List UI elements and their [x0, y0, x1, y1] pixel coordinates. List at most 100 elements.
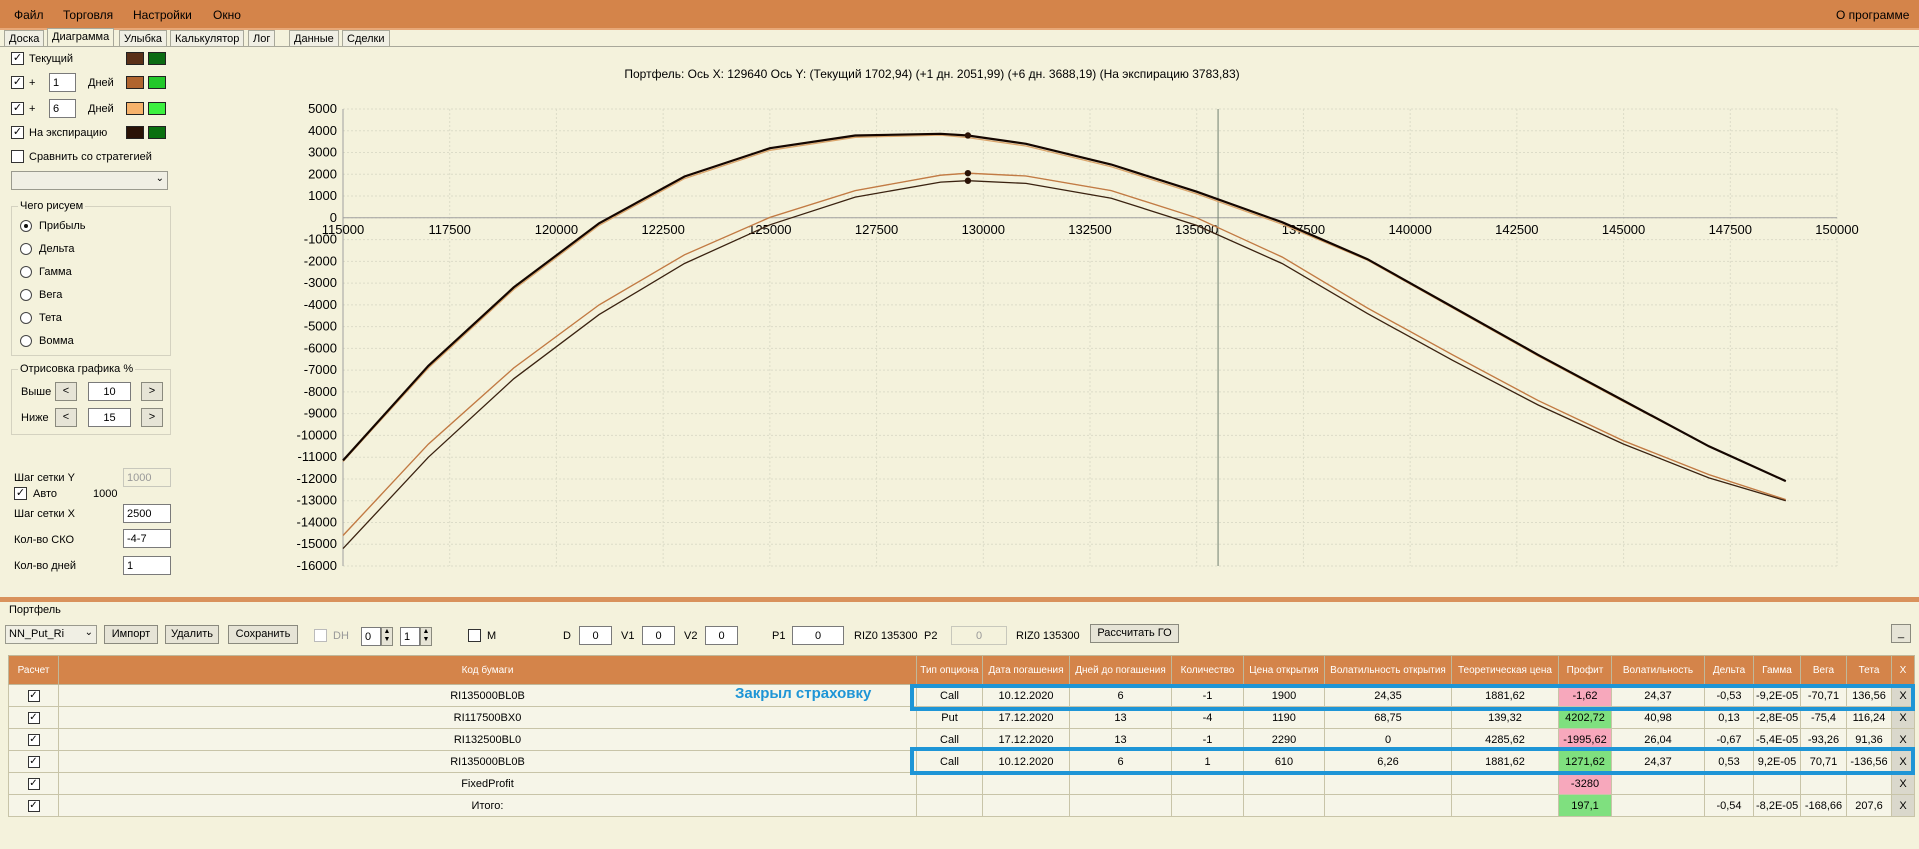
col-header-remove[interactable]: X: [1891, 655, 1915, 685]
y-tick-label: -3000: [304, 275, 337, 290]
tab-deals[interactable]: Сделки: [342, 30, 390, 47]
col-header-vol[interactable]: Волатильность: [1611, 655, 1705, 685]
spin1-arrows[interactable]: ▲ ▼: [381, 627, 393, 646]
col-header-open-price[interactable]: Цена открытия: [1243, 655, 1325, 685]
m-checkbox[interactable]: [468, 629, 481, 642]
x-tick-label: 140000: [1388, 222, 1431, 237]
spin2-arrows[interactable]: ▲ ▼: [420, 627, 432, 646]
cell-days: [1069, 772, 1172, 795]
tab-smile[interactable]: Улыбка: [119, 30, 168, 47]
dh-checkbox[interactable]: [314, 629, 327, 642]
table-row[interactable]: ✓ Итого: 197,1 -0,54 -8,2E-05 -168,66 207,6 X: [8, 794, 1915, 817]
col-header-date[interactable]: Дата погашения: [982, 655, 1070, 685]
cell-code: RI132500BL0: [58, 728, 917, 751]
import-button[interactable]: Импорт: [104, 625, 158, 644]
cell-remove[interactable]: X: [1891, 772, 1915, 795]
x-tick-label: 145000: [1602, 222, 1645, 237]
row-calc-checkbox[interactable]: ✓: [27, 756, 40, 768]
series-marker: [964, 177, 972, 184]
portfolio-select[interactable]: NN_Put_Ri ⌄: [5, 625, 97, 644]
positions-table: Расчет Код бумаги Тип опциона Дата погаш…: [8, 655, 1915, 817]
tab-label: Доска: [9, 33, 40, 45]
p2-ticker: RIZ0 135300: [1016, 630, 1080, 642]
cell-calc: ✓: [8, 772, 59, 795]
cell-type: [916, 772, 983, 795]
menu-about[interactable]: О программе: [1836, 8, 1909, 22]
panel-splitter[interactable]: [0, 597, 1919, 602]
menu-trading[interactable]: Торговля: [63, 8, 113, 22]
v2-input[interactable]: [705, 626, 738, 645]
x-tick-label: 127500: [855, 222, 898, 237]
row-calc-checkbox[interactable]: ✓: [27, 734, 40, 746]
col-header-gamma[interactable]: Гамма: [1753, 655, 1801, 685]
cell-qty: [1171, 772, 1244, 795]
y-tick-label: -4000: [304, 297, 337, 312]
y-tick-label: -15000: [297, 536, 337, 551]
cell-vol: [1611, 772, 1705, 795]
menu-settings[interactable]: Настройки: [133, 8, 192, 22]
tab-label: Сделки: [347, 33, 385, 45]
y-tick-label: -10000: [297, 427, 337, 442]
annotation-label: Закрыл страховку: [735, 685, 872, 702]
profit-chart[interactable]: Портфель: Ось X: 129640 Ось Y: (Текущий …: [0, 47, 1919, 597]
table-header-row: Расчет Код бумаги Тип опциона Дата погаш…: [8, 655, 1915, 685]
tab-calculator[interactable]: Калькулятор: [170, 30, 245, 47]
row-calc-checkbox[interactable]: ✓: [27, 778, 40, 790]
menu-file[interactable]: Файл: [14, 8, 44, 22]
y-tick-label: -7000: [304, 362, 337, 377]
col-header-theta[interactable]: Тета: [1846, 655, 1892, 685]
cell-type: [916, 794, 983, 817]
y-tick-label: -9000: [304, 406, 337, 421]
menu-bar: Файл Торговля Настройки Окно О программе: [0, 0, 1919, 30]
y-tick-label: -2000: [304, 253, 337, 268]
col-header-vega[interactable]: Вега: [1800, 655, 1847, 685]
d-input[interactable]: [579, 626, 612, 645]
x-tick-label: 130000: [962, 222, 1005, 237]
spin1-input[interactable]: [361, 627, 381, 646]
cell-theta: 207,6: [1846, 794, 1892, 817]
p2-input[interactable]: [951, 626, 1007, 645]
v1-input[interactable]: [642, 626, 675, 645]
p1-input[interactable]: [792, 626, 844, 645]
chevron-down-icon: ⌄: [84, 627, 93, 638]
table-row[interactable]: ✓ FixedProfit -3280 X: [8, 772, 1915, 795]
cell-date: [982, 772, 1070, 795]
row-calc-checkbox[interactable]: ✓: [27, 800, 40, 812]
col-header-qty[interactable]: Количество: [1171, 655, 1244, 685]
col-header-days[interactable]: Дней до погашения: [1069, 655, 1172, 685]
col-header-theo[interactable]: Теоретическая цена: [1451, 655, 1559, 685]
col-header-delta[interactable]: Дельта: [1704, 655, 1754, 685]
save-button[interactable]: Сохранить: [228, 625, 298, 644]
col-header-calc[interactable]: Расчет: [8, 655, 59, 685]
col-header-code[interactable]: Код бумаги: [58, 655, 917, 685]
cell-profit: 197,1: [1558, 794, 1612, 817]
cell-calc: ✓: [8, 750, 59, 773]
tab-data[interactable]: Данные: [289, 30, 339, 47]
series-line: [342, 132, 1787, 483]
menu-window[interactable]: Окно: [213, 8, 241, 22]
cell-days: [1069, 794, 1172, 817]
spin2-input[interactable]: [400, 627, 420, 646]
portfolio-label: Портфель: [9, 604, 61, 616]
col-header-profit[interactable]: Профит: [1558, 655, 1612, 685]
series-line: [342, 134, 1787, 482]
cell-calc: ✓: [8, 794, 59, 817]
delete-button[interactable]: Удалить: [165, 625, 219, 644]
tab-log[interactable]: Лог: [248, 30, 276, 47]
row-calc-checkbox[interactable]: ✓: [27, 690, 40, 702]
minimize-button[interactable]: _: [1891, 624, 1911, 643]
col-header-open-vol[interactable]: Волатильность открытия: [1324, 655, 1452, 685]
y-tick-label: -11000: [297, 449, 337, 464]
cell-remove[interactable]: X: [1891, 794, 1915, 817]
y-tick-label: -5000: [304, 319, 337, 334]
cell-vega: [1800, 772, 1847, 795]
cell-calc: ✓: [8, 706, 59, 729]
tab-label: Калькулятор: [175, 33, 240, 45]
y-tick-label: -8000: [304, 384, 337, 399]
calc-go-button[interactable]: Рассчитать ГО: [1090, 624, 1179, 643]
tab-diagram[interactable]: Диаграмма: [47, 28, 115, 47]
tab-board[interactable]: Доска: [4, 30, 45, 47]
row-calc-checkbox[interactable]: ✓: [27, 712, 40, 724]
cell-delta: -0,54: [1704, 794, 1754, 817]
col-header-type[interactable]: Тип опциона: [916, 655, 983, 685]
